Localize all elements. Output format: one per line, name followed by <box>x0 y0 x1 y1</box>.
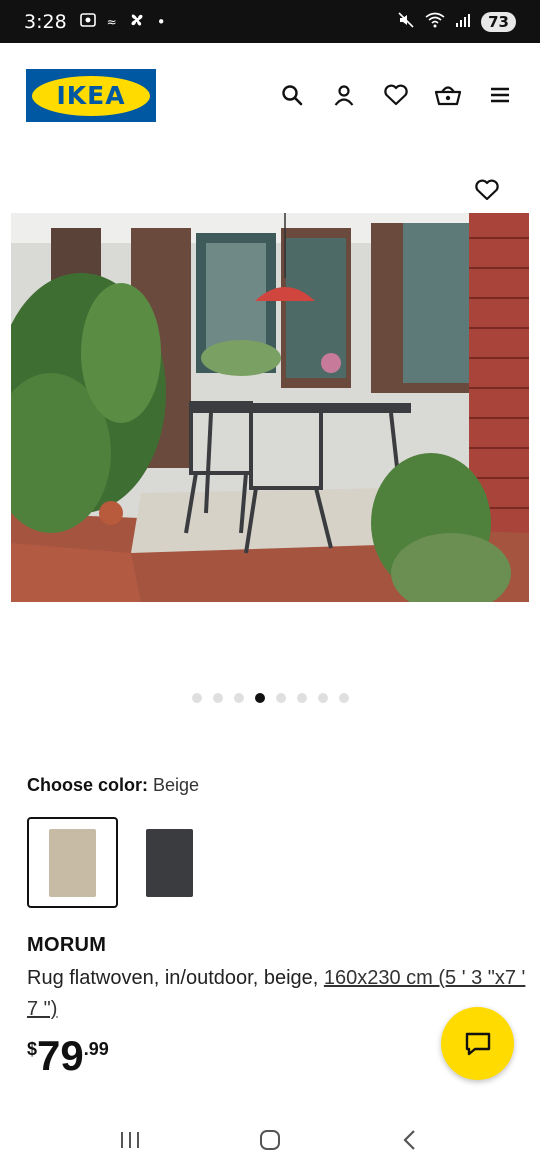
wishlist-heart-icon[interactable] <box>382 81 410 109</box>
back-icon[interactable] <box>390 1120 430 1160</box>
recent-apps-icon[interactable] <box>110 1120 150 1160</box>
selected-color-value: Beige <box>153 775 200 795</box>
carousel-dot[interactable] <box>275 693 286 703</box>
product-name: MORUM <box>27 934 107 956</box>
ikea-logo[interactable]: IKEA <box>26 69 156 122</box>
price-decimal: .99 <box>83 1039 109 1059</box>
carousel-dot[interactable] <box>296 693 307 703</box>
carousel-dot[interactable] <box>212 693 223 703</box>
system-nav-bar <box>0 1110 540 1170</box>
cell-signal-icon <box>455 12 471 32</box>
signal-waves-icon: ≈ <box>106 14 117 29</box>
price-currency: $ <box>27 1039 38 1059</box>
carousel-dot[interactable] <box>338 693 349 703</box>
chat-icon <box>465 1032 490 1055</box>
add-to-wishlist-button[interactable] <box>465 168 509 212</box>
menu-icon[interactable] <box>486 81 514 109</box>
carousel-indicator <box>0 693 540 703</box>
app-header: IKEA <box>0 43 540 148</box>
color-chooser-label: Choose color: Beige <box>27 775 199 796</box>
color-swatch-beige[interactable] <box>27 817 118 908</box>
battery-indicator: 73 <box>481 11 516 32</box>
carousel-dot[interactable] <box>254 693 265 703</box>
product-image[interactable] <box>11 213 529 602</box>
swatch-image-beige <box>49 828 96 897</box>
swatch-image-dark-gray <box>146 828 193 897</box>
wifi-icon <box>425 12 445 32</box>
mute-icon <box>397 11 415 33</box>
account-icon[interactable] <box>330 81 358 109</box>
fan-icon <box>127 10 147 34</box>
home-icon[interactable] <box>250 1120 290 1160</box>
heart-icon <box>475 179 499 201</box>
search-icon[interactable] <box>278 81 306 109</box>
product-price: $ 79 .99 <box>27 1034 109 1078</box>
carousel-dot[interactable] <box>317 693 328 703</box>
carousel-dot[interactable] <box>233 693 244 703</box>
color-swatch-dark-gray[interactable] <box>124 817 215 908</box>
basket-icon[interactable] <box>434 81 462 109</box>
header-actions <box>278 81 514 109</box>
product-description-text: Rug flatwoven, in/outdoor, beige, <box>27 967 324 989</box>
carousel-dot[interactable] <box>191 693 202 703</box>
status-time: 3:28 <box>24 10 67 33</box>
status-bar: 3:28 ≈ • 73 <box>0 0 540 43</box>
screenshot-icon <box>79 11 97 33</box>
logo-text: IKEA <box>56 81 126 110</box>
choose-color-label: Choose color: <box>27 775 149 795</box>
chat-button[interactable] <box>441 1007 514 1080</box>
price-integer: 79 <box>37 1032 84 1079</box>
notification-dot-icon: • <box>156 12 166 31</box>
